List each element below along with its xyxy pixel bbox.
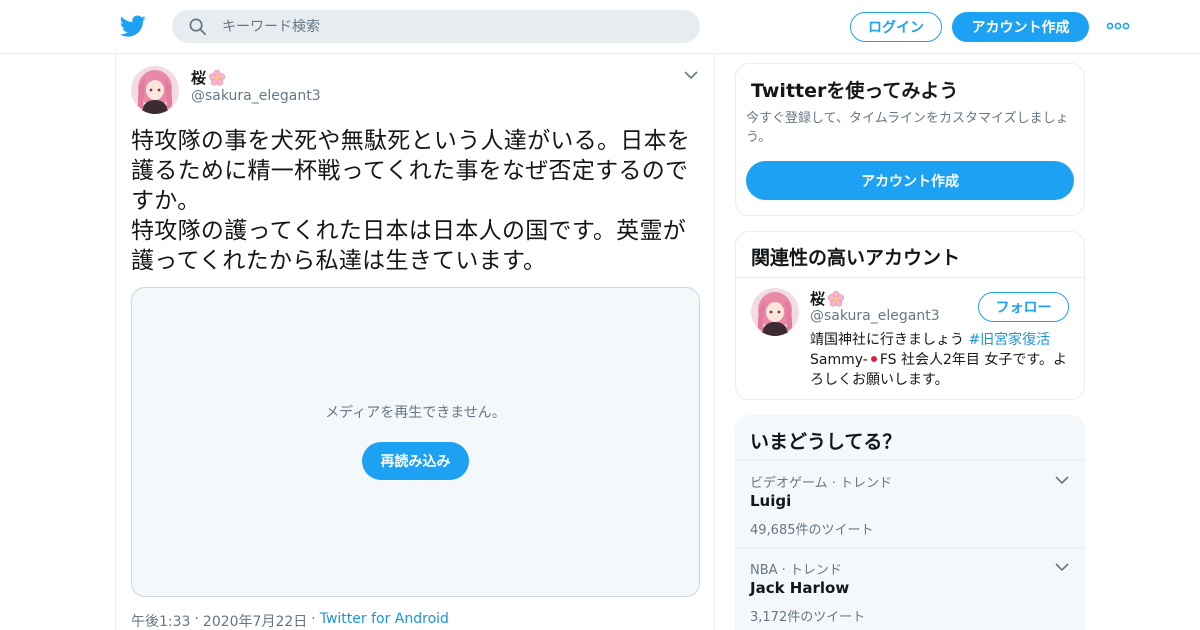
- trend-item[interactable]: ビデオゲーム · トレンド Luigi 49,685件のツイート: [735, 460, 1085, 548]
- bio-text: Sammy-: [810, 352, 868, 368]
- tweet-time: 午後1:33: [131, 614, 191, 630]
- chevron-down-icon[interactable]: [1055, 562, 1069, 572]
- tweet-author-name[interactable]: 桜: [191, 67, 226, 88]
- tweet-date: 2020年7月22日: [202, 614, 308, 630]
- search-icon: [189, 18, 206, 35]
- trend-category: NBA · トレンド: [750, 563, 842, 578]
- trends-card: いまどうしてる？ ビデオゲーム · トレンド Luigi 49,685件のツイー…: [735, 415, 1085, 630]
- tweet-detail: 桜 @sakura_elegant3 特攻隊の事を犬死や無駄死という人達がいる。…: [115, 54, 715, 630]
- login-button[interactable]: ログイン: [850, 12, 942, 42]
- signup-card-title: Twitterを使ってみよう: [751, 80, 959, 102]
- cherry-blossom-emoji: [209, 69, 226, 86]
- trend-name: Luigi: [750, 492, 792, 510]
- media-error-message: メディアを再生できません。: [325, 405, 506, 421]
- divider: [736, 277, 1084, 278]
- tweet-metadata: 午後1:33 · 2020年7月22日 · Twitter for Androi…: [131, 611, 449, 630]
- more-dots-icon[interactable]: [1106, 19, 1130, 33]
- related-accounts-card: 関連性の高いアカウント 桜 @sakura_elegant3 フォロー 靖国神社…: [735, 231, 1085, 400]
- bio-text: 靖国神社に行きましょう: [810, 332, 969, 348]
- trend-category: ビデオゲーム · トレンド: [750, 476, 893, 491]
- trend-count: 49,685件のツイート: [750, 523, 874, 538]
- tweet-source-link[interactable]: Twitter for Android: [320, 611, 449, 630]
- trend-item[interactable]: NBA · トレンド Jack Harlow 3,172件のツイート: [735, 547, 1085, 630]
- trend-count: 3,172件のツイート: [750, 610, 866, 625]
- related-accounts-title: 関連性の高いアカウント: [751, 247, 961, 269]
- signup-card-description: 今すぐ登録して、タイムラインをカスタマイズしましょう。: [746, 111, 1069, 145]
- twitter-bird-icon[interactable]: [120, 13, 146, 39]
- chevron-down-icon[interactable]: [684, 70, 698, 80]
- cherry-blossom-emoji: [828, 290, 845, 307]
- account-name[interactable]: 桜: [810, 288, 845, 309]
- chevron-down-icon[interactable]: [1055, 475, 1069, 485]
- avatar[interactable]: [751, 288, 799, 336]
- reload-button[interactable]: 再読み込み: [362, 442, 469, 480]
- signup-card-button[interactable]: アカウント作成: [746, 161, 1074, 200]
- display-name: 桜: [191, 69, 207, 87]
- tweet-text: 特攻隊の事を犬死や無駄死という人達がいる。日本を護るために精一杯戦ってくれた事を…: [131, 128, 691, 274]
- media-player: メディアを再生できません。 再読み込み: [131, 287, 700, 597]
- follow-button[interactable]: フォロー: [978, 292, 1069, 322]
- avatar[interactable]: [131, 66, 179, 114]
- hashtag-link[interactable]: #旧宮家復活: [968, 332, 1050, 348]
- separator: ·: [194, 611, 199, 627]
- separator: ·: [311, 611, 316, 627]
- japan-flag-emoji: [867, 354, 880, 364]
- trend-name: Jack Harlow: [750, 579, 850, 597]
- account-handle[interactable]: @sakura_elegant3: [810, 308, 940, 324]
- search-bar[interactable]: [172, 10, 700, 43]
- tweet-author-handle[interactable]: @sakura_elegant3: [191, 88, 321, 104]
- signup-button[interactable]: アカウント作成: [952, 12, 1089, 42]
- signup-card: Twitterを使ってみよう 今すぐ登録して、タイムラインをカスタマイズしましょ…: [735, 63, 1085, 216]
- top-navigation-bar: ログイン アカウント作成: [0, 0, 1200, 54]
- account-bio: 靖国神社に行きましょう #旧宮家復活 Sammy- FS 社会人2年目 女子です。…: [810, 330, 1075, 390]
- display-name: 桜: [810, 290, 826, 308]
- trends-title: いまどうしてる？: [750, 431, 902, 453]
- search-input[interactable]: [222, 10, 682, 43]
